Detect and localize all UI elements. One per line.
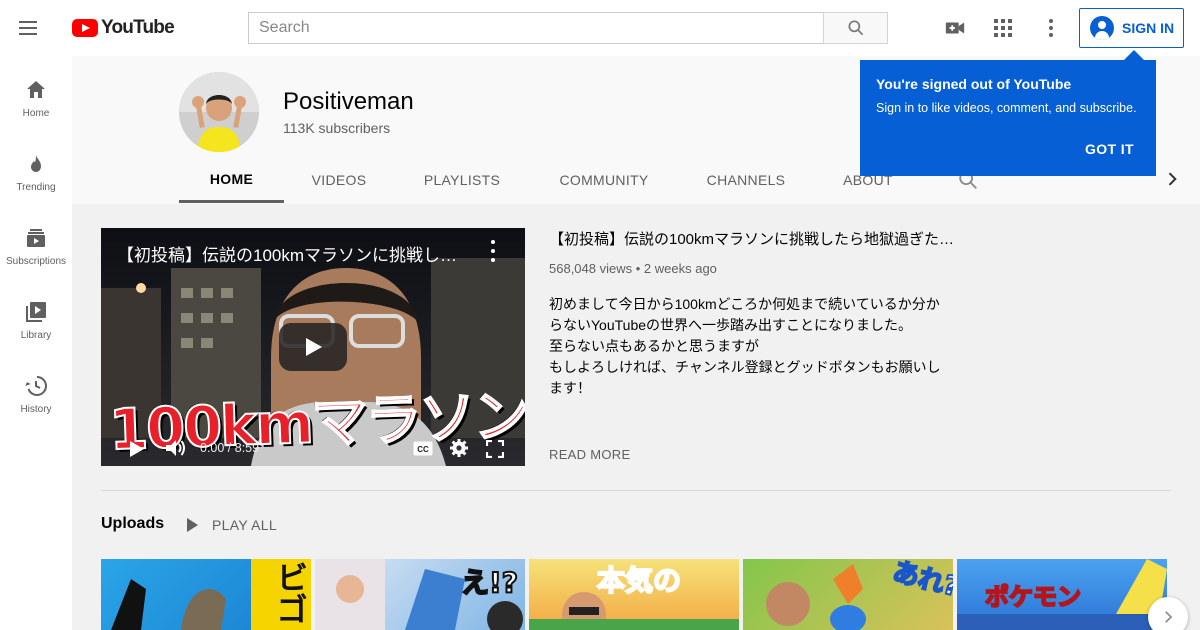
- play-all-button[interactable]: PLAY ALL: [187, 514, 277, 536]
- featured-video-player[interactable]: 【初投稿】伝説の100kmマラソンに挑戦し… 100kmマラソン 0:00 / …: [101, 228, 525, 466]
- history-icon: [25, 376, 47, 396]
- account-circle-icon: [1090, 16, 1114, 40]
- section-divider: [101, 490, 1171, 491]
- tab-home[interactable]: HOME: [179, 157, 284, 203]
- search-button[interactable]: [823, 12, 888, 44]
- home-icon: [27, 81, 45, 98]
- player-more-icon[interactable]: [487, 240, 499, 262]
- apps-grid-icon[interactable]: [991, 16, 1015, 40]
- upload-thumbnail[interactable]: あれ?: [743, 559, 953, 630]
- tooltip-title: You're signed out of YouTube: [876, 76, 1072, 92]
- chevron-right-icon[interactable]: [1162, 169, 1182, 189]
- uploads-heading[interactable]: Uploads: [101, 515, 164, 533]
- channel-name: Positiveman: [283, 88, 414, 115]
- sidebar-item-home[interactable]: Home: [0, 56, 72, 130]
- youtube-play-logo-icon: [72, 19, 98, 37]
- sidebar-item-trending[interactable]: Trending: [0, 130, 72, 204]
- upload-thumbnail[interactable]: え!?: [315, 559, 525, 630]
- channel-avatar[interactable]: [179, 72, 259, 152]
- thumbnail-text: え!?: [460, 565, 519, 600]
- create-video-icon[interactable]: [943, 16, 967, 40]
- description-line: 初めまして今日から100kmどころか何処まで続いているか分か: [549, 296, 940, 312]
- tab-videos[interactable]: VIDEOS: [302, 157, 376, 203]
- logo-text: YouTube: [101, 17, 175, 38]
- view-count: 568,048 views: [549, 261, 633, 276]
- upload-thumbnail[interactable]: 本気の: [529, 559, 739, 630]
- youtube-logo[interactable]: YouTube: [72, 16, 175, 40]
- sidebar: Home Trending Subscriptions Library Hist…: [0, 56, 72, 630]
- description-line: 至らない点もあるかと思うますが: [549, 338, 759, 354]
- sidebar-item-history[interactable]: History: [0, 352, 72, 426]
- sidebar-item-label: Library: [20, 330, 52, 341]
- signed-out-tooltip: You're signed out of YouTube Sign in to …: [860, 50, 1156, 176]
- description-line: もしよろしければ、チャンネル登録とグッドボタンもお願いし: [549, 359, 941, 375]
- volume-icon[interactable]: [165, 438, 187, 458]
- search-input[interactable]: [248, 12, 824, 44]
- sign-in-label: SIGN IN: [1122, 20, 1175, 36]
- captions-icon[interactable]: CC: [413, 441, 433, 456]
- sidebar-item-label: Home: [22, 108, 50, 119]
- play-icon[interactable]: [127, 440, 145, 458]
- tab-community[interactable]: COMMUNITY: [554, 157, 654, 203]
- tab-playlists[interactable]: PLAYLISTS: [420, 157, 504, 203]
- read-more-button[interactable]: READ MORE: [549, 447, 630, 462]
- play-button[interactable]: [279, 323, 347, 371]
- settings-gear-icon[interactable]: [449, 438, 469, 458]
- sidebar-item-label: Subscriptions: [5, 256, 67, 267]
- search-icon: [848, 20, 863, 36]
- sign-in-button[interactable]: SIGN IN: [1079, 8, 1184, 48]
- player-video-title[interactable]: 【初投稿】伝説の100kmマラソンに挑戦し…: [117, 241, 457, 266]
- video-meta: 568,048 views • 2 weeks ago: [549, 261, 717, 276]
- top-bar: YouTube SIGN IN: [0, 0, 1200, 56]
- description-line: ます！: [549, 380, 591, 396]
- more-options-icon[interactable]: [1039, 16, 1063, 40]
- fire-icon: [31, 155, 41, 172]
- featured-video-title[interactable]: 【初投稿】伝説の100kmマラソンに挑戦したら地獄過ぎた…: [549, 228, 954, 249]
- thumbnail-text: ビゴ: [271, 561, 309, 625]
- sidebar-item-label: History: [20, 404, 52, 415]
- got-it-button[interactable]: GOT IT: [1085, 141, 1134, 157]
- sidebar-item-library[interactable]: Library: [0, 278, 72, 352]
- fullscreen-icon[interactable]: [486, 440, 504, 458]
- sidebar-item-subscriptions[interactable]: Subscriptions: [0, 204, 72, 278]
- meta-separator: •: [635, 261, 644, 276]
- chevron-right-icon: [1165, 611, 1173, 623]
- subscriptions-icon: [27, 229, 45, 247]
- tooltip-body: Sign in to like videos, comment, and sub…: [876, 101, 1137, 115]
- thumbnail-text: 本気の: [596, 563, 682, 598]
- svg-text:CC: CC: [417, 445, 429, 454]
- play-all-label: PLAY ALL: [212, 517, 277, 533]
- playback-time: 0:00 / 8:59: [200, 441, 260, 455]
- thumbnail-text: ポケモン: [984, 582, 1082, 612]
- sidebar-item-label: Trending: [16, 182, 56, 193]
- video-description: 初めまして今日から100kmどころか何処まで続いているか分か らないYouTub…: [549, 294, 945, 399]
- description-line: らないYouTubeの世界へ一歩踏み出すことになりました。: [549, 317, 913, 333]
- tab-channels[interactable]: CHANNELS: [704, 157, 788, 203]
- upload-thumbnail[interactable]: ビゴ: [101, 559, 311, 630]
- upload-thumbnail[interactable]: ポケモン: [957, 559, 1167, 630]
- carousel-next-button[interactable]: [1148, 597, 1188, 630]
- play-arrow-icon: [187, 518, 198, 532]
- upload-age: 2 weeks ago: [643, 261, 717, 276]
- library-icon: [26, 302, 46, 322]
- hamburger-menu-icon[interactable]: [16, 16, 40, 40]
- subscriber-count: 113K subscribers: [283, 120, 391, 136]
